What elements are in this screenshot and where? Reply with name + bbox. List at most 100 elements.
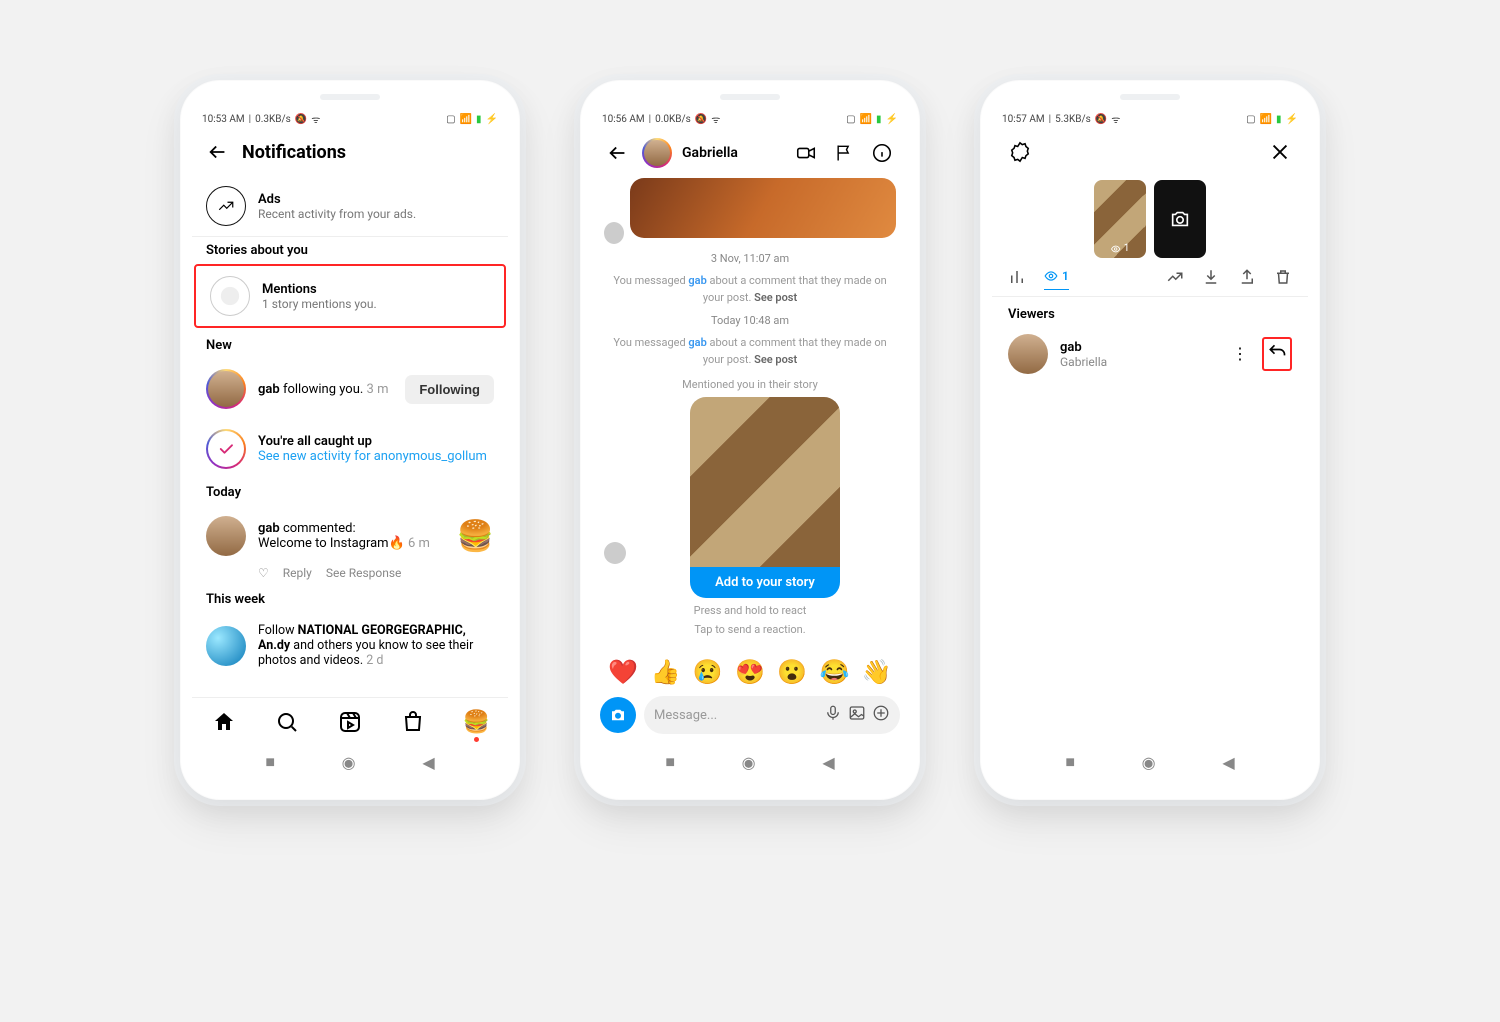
- profile-icon[interactable]: 🍔: [462, 708, 490, 736]
- back-button[interactable]: [204, 138, 232, 166]
- phone-notifications: 10:53 AM | 0.3KB/s 🔕 ᯤ ▢ 📶 ▮ ⚡ Notificat…: [180, 80, 520, 800]
- suggestion-avatar[interactable]: [206, 626, 246, 666]
- add-story-thumb[interactable]: [1154, 180, 1206, 258]
- react-hint: Press and hold to react: [604, 604, 896, 617]
- battery-icon: ▮: [876, 114, 882, 125]
- post-thumbnail[interactable]: 🍔: [457, 519, 494, 554]
- follower-avatar[interactable]: [206, 369, 246, 409]
- video-call-button[interactable]: [792, 139, 820, 167]
- status-time: 10:53 AM: [202, 114, 245, 125]
- heart-icon[interactable]: ♡: [258, 566, 269, 580]
- new-follower-row[interactable]: gab following you. 3 m Following: [192, 359, 508, 419]
- more-options-button[interactable]: ⋮: [1232, 346, 1248, 362]
- commenter-avatar[interactable]: [206, 516, 246, 556]
- android-back-button[interactable]: ◀: [1222, 753, 1234, 772]
- share-icon[interactable]: [1238, 268, 1256, 290]
- system-msg-2: You messaged gab about a comment that th…: [604, 335, 896, 368]
- emoji-crying[interactable]: 😢: [693, 658, 723, 686]
- mentions-row[interactable]: Mentions 1 story mentions you.: [194, 264, 506, 328]
- charging-icon: ⚡: [486, 114, 498, 125]
- ads-row[interactable]: Ads Recent activity from your ads.: [192, 176, 508, 236]
- emoji-laughing[interactable]: 😂: [820, 658, 850, 686]
- today-section-label: Today: [192, 479, 508, 506]
- story-toolbar: 1: [992, 268, 1308, 296]
- status-net: 5.3KB/s: [1055, 114, 1091, 125]
- story-reply-image[interactable]: [630, 178, 896, 238]
- android-status-bar: 10:56 AM| 0.0KB/s 🔕 ᯤ ▢ 📶 ▮ ⚡: [592, 106, 908, 128]
- emoji-reaction-row: ❤️ 👍 😢 😍 😮 😂 👋: [592, 652, 908, 688]
- instagram-bottom-nav: 🍔: [192, 697, 508, 742]
- stats-icon[interactable]: [1008, 268, 1026, 290]
- story-mention-card[interactable]: Add to your story: [690, 397, 840, 598]
- android-nav-bar: ■ ◉ ◀: [992, 742, 1308, 780]
- phone-story-viewers: 10:57 AM| 5.3KB/s 🔕 ᯤ ▢ 📶 ▮ ⚡: [980, 80, 1320, 800]
- gallery-icon[interactable]: [848, 704, 866, 726]
- camera-button[interactable]: [600, 697, 636, 733]
- comment-time: 6 m: [408, 536, 430, 551]
- message-placeholder: Message...: [654, 708, 717, 723]
- shop-icon[interactable]: [399, 708, 427, 736]
- settings-button[interactable]: [1006, 138, 1034, 166]
- emoji-thumbs-up[interactable]: 👍: [650, 658, 680, 686]
- android-recent-button[interactable]: ■: [1065, 752, 1075, 772]
- reply-action[interactable]: Reply: [283, 566, 312, 580]
- ads-title: Ads: [258, 192, 494, 207]
- info-button[interactable]: [868, 139, 896, 167]
- mention-label: Mentioned you in their story: [604, 378, 896, 391]
- emoji-wave[interactable]: 👋: [862, 658, 892, 686]
- comment-row[interactable]: gab commented: Welcome to Instagram🔥 6 m…: [192, 506, 508, 566]
- emoji-surprised[interactable]: 😮: [777, 658, 807, 686]
- see-post-link[interactable]: See post: [754, 353, 797, 366]
- android-back-button[interactable]: ◀: [822, 753, 834, 772]
- see-response-action[interactable]: See Response: [326, 566, 402, 580]
- emoji-heart[interactable]: ❤️: [608, 658, 638, 686]
- following-button[interactable]: Following: [405, 375, 494, 404]
- system-msg-1: You messaged gab about a comment that th…: [604, 273, 896, 306]
- back-button[interactable]: [604, 139, 632, 167]
- viewer-avatar[interactable]: [1008, 334, 1048, 374]
- dm-avatar[interactable]: [642, 138, 672, 168]
- viewer-row[interactable]: gab Gabriella ⋮: [992, 328, 1308, 380]
- insights-icon[interactable]: [1166, 268, 1184, 290]
- android-nav-bar: ■ ◉ ◀: [192, 742, 508, 780]
- android-recent-button[interactable]: ■: [665, 752, 675, 772]
- message-input[interactable]: Message...: [644, 696, 900, 734]
- caught-up-row: You're all caught up See new activity fo…: [192, 419, 508, 479]
- download-icon[interactable]: [1202, 268, 1220, 290]
- caught-up-link[interactable]: See new activity for anonymous_gollum: [258, 449, 487, 464]
- flag-button[interactable]: [830, 139, 858, 167]
- viewer-count: 1: [1111, 243, 1130, 254]
- sticker-icon[interactable]: [872, 704, 890, 726]
- android-back-button[interactable]: ◀: [422, 753, 434, 772]
- home-icon[interactable]: [210, 708, 238, 736]
- mini-avatar[interactable]: [604, 222, 624, 244]
- checkmark-icon: [206, 429, 246, 469]
- see-post-link[interactable]: See post: [754, 291, 797, 304]
- battery-icon: ▮: [476, 114, 482, 125]
- mini-avatar[interactable]: [604, 542, 626, 564]
- emoji-heart-eyes[interactable]: 😍: [735, 658, 765, 686]
- mentions-subtitle: 1 story mentions you.: [262, 297, 490, 311]
- reels-icon[interactable]: [336, 708, 364, 736]
- story-thumb-1[interactable]: 1: [1094, 180, 1146, 258]
- mentions-title: Mentions: [262, 282, 490, 297]
- android-home-button[interactable]: ◉: [1142, 753, 1156, 772]
- dm-header: Gabriella: [592, 128, 908, 178]
- add-to-story-button[interactable]: Add to your story: [690, 567, 840, 598]
- android-home-button[interactable]: ◉: [342, 753, 356, 772]
- close-button[interactable]: [1266, 138, 1294, 166]
- mic-icon[interactable]: [824, 704, 842, 726]
- viewers-tab[interactable]: 1: [1044, 269, 1069, 290]
- charging-icon: ⚡: [886, 114, 898, 125]
- stories-section-label: Stories about you: [192, 237, 508, 264]
- android-home-button[interactable]: ◉: [742, 753, 756, 772]
- android-recent-button[interactable]: ■: [265, 752, 275, 772]
- follow-suggestion-row[interactable]: Follow NATIONAL GEORGEGRAPHIC, An.dy and…: [192, 613, 508, 678]
- reply-button[interactable]: [1262, 337, 1292, 371]
- dm-name[interactable]: Gabriella: [682, 145, 782, 161]
- delete-icon[interactable]: [1274, 268, 1292, 290]
- search-icon[interactable]: [273, 708, 301, 736]
- cast-icon: ▢: [1246, 114, 1255, 125]
- android-nav-bar: ■ ◉ ◀: [592, 742, 908, 780]
- comment-username: gab: [258, 521, 280, 536]
